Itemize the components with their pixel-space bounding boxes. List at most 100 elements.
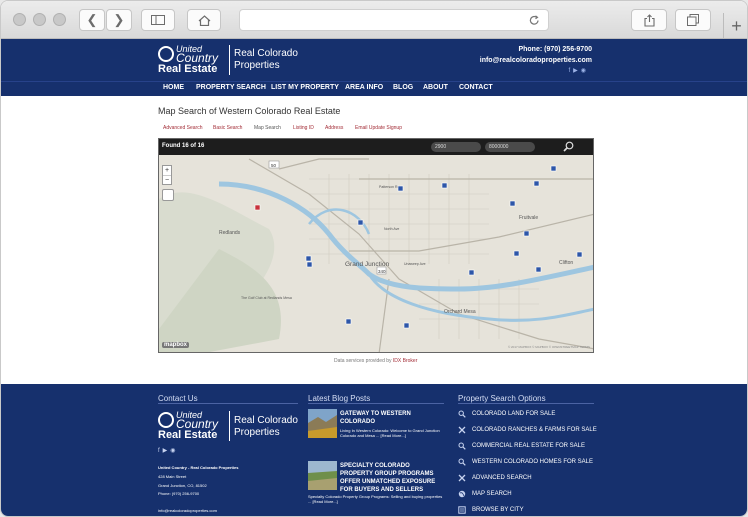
minimize-window-button[interactable] — [33, 13, 46, 26]
home-button[interactable] — [187, 9, 221, 31]
listing-marker[interactable] — [523, 230, 530, 237]
tabs-button[interactable] — [675, 9, 711, 31]
logo-line-2: Properties — [234, 427, 280, 438]
forward-button[interactable]: ❯ — [106, 9, 132, 31]
listing-marker[interactable] — [533, 180, 540, 187]
footer-logo[interactable]: United Country Real Estate — [158, 411, 228, 441]
listing-marker[interactable] — [345, 318, 352, 325]
search-option-link[interactable]: ADVANCED SEARCH — [458, 474, 532, 482]
globe-icon — [458, 490, 466, 498]
tab-map-search[interactable]: Map Search — [254, 125, 281, 131]
header-social: f▶◉ — [568, 67, 589, 74]
header-phone: Phone: (970) 256-9700 — [518, 46, 592, 53]
map-toolbar: Found 16 of 16 2900 8000000 — [159, 139, 593, 155]
share-button[interactable] — [631, 9, 667, 31]
back-button[interactable]: ❮ — [79, 9, 105, 31]
place-label: Fruitvale — [519, 215, 538, 221]
layers-icon[interactable] — [162, 189, 174, 201]
listing-marker[interactable] — [550, 165, 557, 172]
youtube-icon[interactable]: ▶ — [573, 68, 581, 74]
logo-real-estate: Real Estate — [158, 63, 218, 75]
max-price-input[interactable]: 8000000 — [485, 142, 535, 152]
min-price-input[interactable]: 2900 — [431, 142, 481, 152]
data-services-credit: Data services provided by IDX Broker — [334, 358, 417, 364]
search-icon — [458, 410, 466, 418]
tab-email-update-signup[interactable]: Email Update Signup — [355, 125, 402, 131]
street-label: North Ave — [384, 227, 399, 231]
rss-icon[interactable]: ◉ — [170, 448, 178, 454]
tab-address[interactable]: Address — [325, 125, 343, 131]
nav-blog[interactable]: BLOG — [393, 84, 413, 91]
place-label: Grand Junction — [345, 261, 389, 268]
footer-email[interactable]: info@realcoloradoproperties.com — [158, 508, 217, 514]
data-services-prefix: Data services provided by — [334, 358, 393, 364]
listing-marker[interactable] — [254, 204, 261, 211]
tab-advanced-search[interactable]: Advanced Search — [163, 125, 202, 131]
search-option-link[interactable]: WESTERN COLORADO HOMES FOR SALE — [458, 458, 593, 466]
footer-blog-heading: Latest Blog Posts — [308, 394, 371, 403]
search-option-label: BROWSE BY CITY — [472, 507, 524, 513]
blog-post-thumbnail[interactable] — [308, 409, 337, 438]
map-attribution[interactable]: © 2017 MAPBOX © MAPBOX © OPENSTREETMAP T… — [508, 345, 590, 349]
nav-contact[interactable]: CONTACT — [459, 84, 493, 91]
route-label: 50 — [271, 163, 277, 168]
share-icon — [643, 13, 655, 27]
listing-marker[interactable] — [403, 322, 410, 329]
listing-marker[interactable] — [441, 182, 448, 189]
header-email[interactable]: info@realcoloradoproperties.com — [480, 55, 592, 66]
street-label: Unaweep Ave — [404, 262, 426, 266]
listing-marker[interactable] — [468, 269, 475, 276]
listing-marker[interactable] — [357, 219, 364, 226]
listing-marker[interactable] — [535, 266, 542, 273]
nav-about[interactable]: ABOUT — [423, 84, 448, 91]
zoom-in-button[interactable]: + — [163, 166, 171, 175]
new-tab-button[interactable]: + — [723, 13, 747, 39]
results-count: Found 16 of 16 — [162, 143, 205, 149]
search-option-label: COMMERCIAL REAL ESTATE FOR SALE — [472, 443, 586, 449]
footer-divider — [458, 403, 594, 404]
footer-social: f▶◉ — [158, 447, 179, 454]
search-icon[interactable] — [563, 141, 574, 152]
idx-broker-link[interactable]: IDX Broker — [393, 358, 417, 364]
listing-marker[interactable] — [576, 251, 583, 258]
blog-post-excerpt: Specialty Colorado Property Group Progra… — [308, 494, 443, 504]
map-canvas[interactable]: 50 340 Grand Junction Redlands Orchard M… — [159, 139, 594, 353]
nav-list-my-property[interactable]: LIST MY PROPERTY — [271, 84, 339, 91]
rss-icon[interactable]: ◉ — [581, 68, 589, 74]
reload-icon[interactable] — [529, 15, 540, 26]
search-option-link[interactable]: BROWSE BY CITY — [458, 506, 524, 514]
search-option-link[interactable]: COLORADO LAND FOR SALE — [458, 410, 555, 418]
search-option-link[interactable]: MAP SEARCH — [458, 490, 512, 498]
site-logo[interactable]: United Country Real Estate — [158, 45, 228, 75]
tab-listing-id[interactable]: Listing ID — [293, 125, 314, 131]
close-window-button[interactable] — [13, 13, 26, 26]
zoom-out-button[interactable]: − — [163, 175, 171, 185]
zoom-window-button[interactable] — [53, 13, 66, 26]
blog-post-title[interactable]: SPECIALTY COLORADO PROPERTY GROUP PROGRA… — [340, 462, 444, 494]
sidebar-button[interactable] — [141, 9, 175, 31]
search-option-link[interactable]: COLORADO RANCHES & FARMS FOR SALE — [458, 426, 597, 434]
footer-contact-heading: Contact Us — [158, 394, 198, 403]
footer-brand-text: Real Colorado Properties — [234, 415, 298, 439]
zoom-control: + − — [162, 165, 172, 185]
listing-marker[interactable] — [305, 255, 312, 262]
map-search[interactable]: 50 340 Grand Junction Redlands Orchard M… — [158, 138, 594, 353]
logo-real-estate: Real Estate — [158, 429, 218, 441]
nav-area-info[interactable]: AREA INFO — [345, 84, 383, 91]
chevron-left-icon: ❮ — [86, 12, 98, 27]
address-bar[interactable] — [239, 9, 549, 31]
blog-post-thumbnail[interactable] — [308, 461, 337, 490]
tab-basic-search[interactable]: Basic Search — [213, 125, 242, 131]
listing-marker[interactable] — [306, 261, 313, 268]
header-contact: Phone: (970) 256-9700 info@realcoloradop… — [480, 44, 592, 66]
search-option-link[interactable]: COMMERCIAL REAL ESTATE FOR SALE — [458, 442, 585, 450]
blog-post-title[interactable]: GATEWAY TO WESTERN COLORADO — [340, 410, 440, 426]
nav-property-search[interactable]: PROPERTY SEARCH — [196, 84, 266, 91]
nav-home[interactable]: HOME — [163, 84, 184, 91]
listing-marker[interactable] — [509, 200, 516, 207]
browser-window: ❮ ❯ + United Country Real Estate Real Co… — [0, 0, 748, 517]
logo-divider — [229, 45, 230, 75]
listing-marker[interactable] — [513, 250, 520, 257]
logo-brand-text: Real Colorado Properties — [234, 48, 298, 72]
listing-marker[interactable] — [397, 185, 404, 192]
